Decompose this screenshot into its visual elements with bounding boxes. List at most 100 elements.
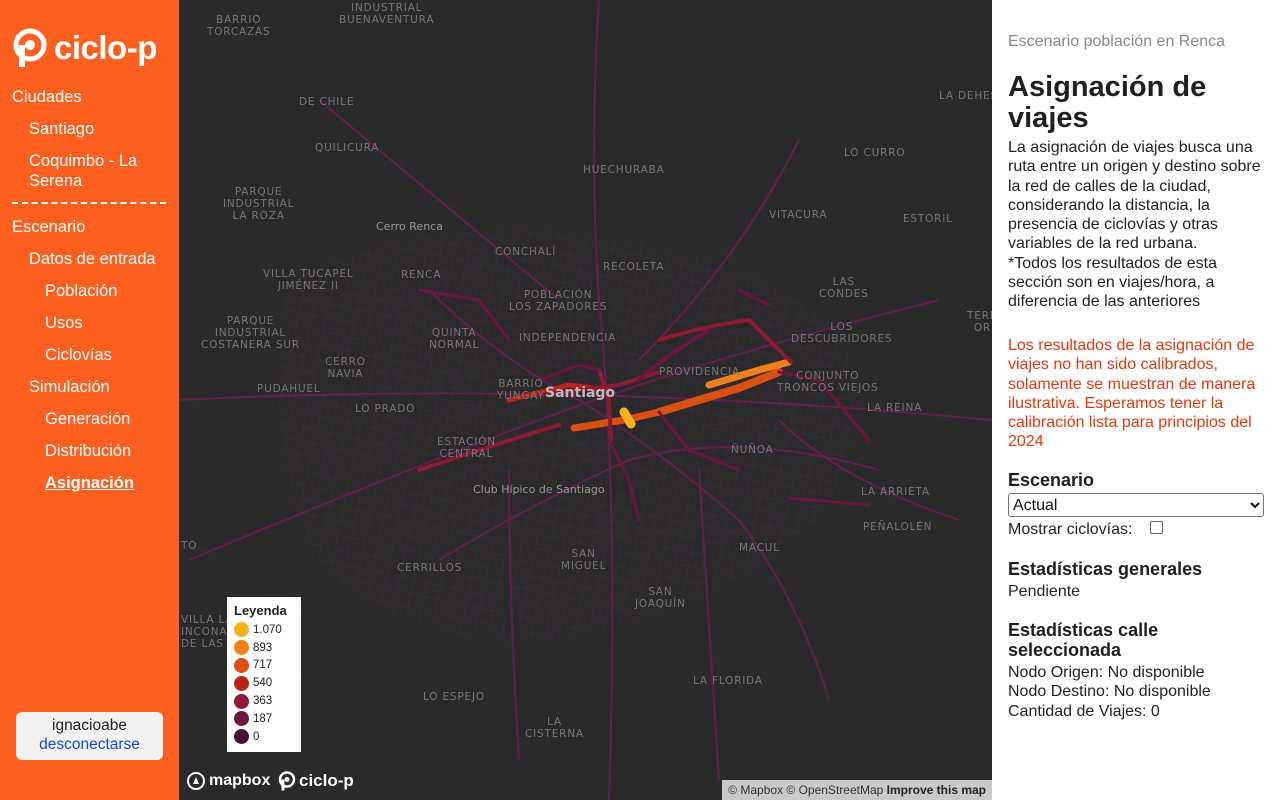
ciclo-p-small-icon bbox=[278, 771, 296, 791]
map-label: LA CISTERNA bbox=[525, 716, 584, 740]
escenario-select[interactable]: Actual bbox=[1008, 493, 1264, 517]
nav-coquimbo[interactable]: Coquimbo - La Serena bbox=[29, 151, 137, 191]
nav-escenario[interactable]: Escenario bbox=[12, 217, 85, 237]
map-canvas[interactable]: BARRIO TORCAZAS INDUSTRIAL BUENAVENTURA … bbox=[179, 0, 992, 800]
nodo-destino: Nodo Destino: No disponible bbox=[1008, 683, 1211, 700]
stats-general-heading: Estadísticas generales bbox=[1008, 559, 1203, 579]
map-label: LO PRADO bbox=[355, 403, 416, 415]
map-label: QUINTA NORMAL bbox=[429, 327, 480, 351]
legend-label: 1.070 bbox=[253, 623, 282, 636]
map-label: Club Hípico de Santiago bbox=[473, 483, 605, 496]
map-label: to bbox=[181, 540, 198, 552]
mapbox-text: mapbox bbox=[209, 772, 271, 789]
legend-item: 540 bbox=[234, 674, 294, 692]
map-label: VITACURA bbox=[769, 209, 828, 221]
map-label: QUILICURA bbox=[315, 142, 380, 154]
map-label: ESTACIÓN CENTRAL bbox=[437, 436, 496, 460]
nav-distribucion[interactable]: Distribución bbox=[45, 441, 131, 461]
map-label: PUDAHUEL bbox=[257, 383, 321, 395]
nav-simulacion[interactable]: Simulación bbox=[29, 377, 110, 397]
map-label: INDEPENDENCIA bbox=[519, 332, 617, 344]
user-box: ignacioabe desconectarse bbox=[16, 712, 163, 760]
nav-ciclovias[interactable]: Ciclovías bbox=[45, 345, 112, 365]
legend-item: 1.070 bbox=[234, 621, 294, 639]
logo-text: ciclo-p bbox=[54, 29, 157, 66]
map-label: ÑUÑOA bbox=[731, 444, 774, 456]
legend-swatch bbox=[234, 622, 249, 638]
map-label: CONCHALÍ bbox=[495, 246, 557, 258]
map-legend: Leyenda 1.070 893 717 540 363 187 0 bbox=[227, 597, 301, 752]
map-label: LOS DESCUBRIDORES bbox=[791, 321, 893, 345]
legend-swatch bbox=[234, 675, 249, 691]
legend-items: 1.070 893 717 540 363 187 0 bbox=[234, 621, 294, 746]
map-label: SAN MIGUEL bbox=[561, 548, 607, 572]
attribution-text[interactable]: © Mapbox © OpenStreetMap bbox=[728, 783, 883, 797]
logout-link[interactable]: desconectarse bbox=[16, 735, 163, 755]
map-attribution: © Mapbox © OpenStreetMap Improve this ma… bbox=[722, 780, 992, 800]
nav-generacion[interactable]: Generación bbox=[45, 409, 130, 429]
map-label: RENCA bbox=[401, 269, 442, 281]
map-label: PARQUE INDUSTRIAL LA ROZA bbox=[223, 186, 295, 222]
legend-swatch bbox=[234, 640, 249, 656]
mostrar-ciclovias-label: Mostrar ciclovías: bbox=[1008, 521, 1133, 538]
nav-ciudades[interactable]: Ciudades bbox=[12, 87, 82, 107]
scenario-subtitle: Escenario población en Renca bbox=[1008, 33, 1226, 50]
description-text: La asignación de viajes busca una ruta e… bbox=[1008, 139, 1261, 253]
mapbox-logo[interactable]: mapbox bbox=[187, 772, 270, 790]
map-label: LA DEHES bbox=[939, 90, 992, 102]
map-label: PEÑALOLÉN bbox=[863, 521, 933, 533]
legend-label: 363 bbox=[253, 695, 273, 708]
escenario-heading: Escenario bbox=[1008, 470, 1095, 490]
legend-item: 893 bbox=[234, 639, 294, 657]
ciclo-p-map-text: ciclo-p bbox=[299, 771, 354, 790]
ciclo-p-logo-icon bbox=[13, 28, 47, 67]
legend-item: 187 bbox=[234, 710, 294, 728]
legend-swatch bbox=[234, 711, 249, 727]
legend-swatch bbox=[234, 693, 249, 709]
map-label: RECOLETA bbox=[603, 261, 665, 273]
legend-item: 717 bbox=[234, 657, 294, 675]
map-label: HUECHURABA bbox=[583, 164, 665, 176]
map-label: DE CHILE bbox=[299, 96, 355, 108]
map-label: CONJUNTO TRONCOS VIEJOS bbox=[777, 370, 879, 394]
info-panel: Escenario población en Renca Asignación … bbox=[992, 0, 1280, 800]
map-label: LO ESPEJO bbox=[423, 691, 485, 703]
map-label: Santiago bbox=[545, 385, 616, 401]
nav-coquimbo-line1: Coquimbo - La bbox=[29, 152, 138, 170]
nodo-origen: Nodo Origen: No disponible bbox=[1008, 664, 1205, 681]
stats-general-value: Pendiente bbox=[1008, 583, 1081, 600]
username: ignacioabe bbox=[52, 717, 127, 734]
map-label: VILLA TUCAPEL JIMÉNEZ II bbox=[263, 268, 354, 292]
map-label: MACUL bbox=[739, 542, 780, 554]
cantidad-viajes: Cantidad de Viajes: 0 bbox=[1008, 703, 1160, 720]
improve-map-link[interactable]: Improve this map bbox=[887, 783, 986, 797]
legend-item: 363 bbox=[234, 692, 294, 710]
map-label: LA REINA bbox=[867, 402, 923, 414]
nav-usos[interactable]: Usos bbox=[45, 313, 83, 333]
legend-label: 540 bbox=[253, 677, 273, 690]
map-label: TERR OR bbox=[967, 310, 992, 334]
logo[interactable]: ciclo-p bbox=[12, 28, 157, 68]
map-label: SAN JOAQUÍN bbox=[635, 586, 686, 610]
nav-asignacion[interactable]: Asignación bbox=[45, 473, 134, 493]
map-label: Cerro Renca bbox=[376, 220, 443, 233]
legend-title: Leyenda bbox=[234, 603, 287, 618]
mostrar-ciclovias-checkbox[interactable] bbox=[1150, 521, 1163, 534]
calibration-warning: Los resultados de la asignación de viaje… bbox=[1008, 337, 1256, 451]
nav-poblacion[interactable]: Población bbox=[45, 281, 117, 301]
description-note: *Todos los resultados de esta sección so… bbox=[1008, 254, 1218, 311]
map-label: PROVIDENCIA bbox=[659, 366, 740, 378]
legend-swatch bbox=[234, 657, 249, 673]
legend-item: 0 bbox=[234, 728, 294, 746]
page-title: Asignación de viajes bbox=[1008, 71, 1207, 134]
nav-datos-entrada[interactable]: Datos de entrada bbox=[29, 249, 156, 269]
map-label: POBLACIÓN LOS ZAPADORES bbox=[509, 289, 608, 313]
ciclo-p-map-logo: ciclo-p bbox=[278, 771, 354, 791]
map-label: INDUSTRIAL BUENAVENTURA bbox=[339, 2, 435, 26]
map-label: CERRO NAVIA bbox=[325, 356, 366, 380]
legend-swatch bbox=[234, 729, 249, 745]
nav-santiago[interactable]: Santiago bbox=[29, 119, 94, 139]
map-label: LA ARRIETA bbox=[861, 486, 930, 498]
legend-label: 0 bbox=[253, 730, 260, 743]
description: La asignación de viajes busca una ruta e… bbox=[1008, 138, 1270, 312]
